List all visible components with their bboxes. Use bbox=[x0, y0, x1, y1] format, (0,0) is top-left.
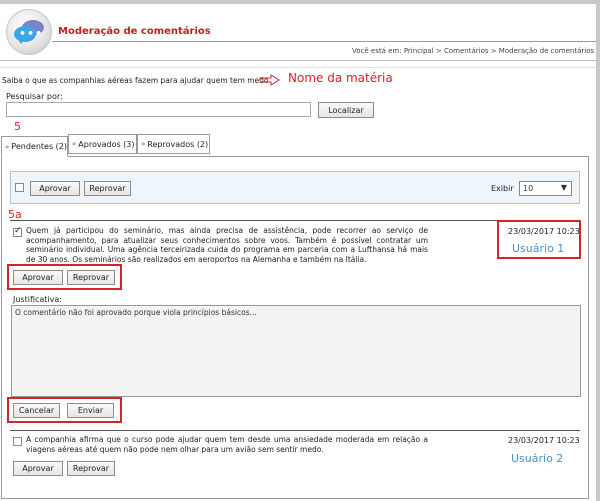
annotation-user2: Usuário 2 bbox=[511, 452, 564, 465]
reject-button[interactable]: Reprovar bbox=[67, 461, 115, 476]
annotation-highlight-box bbox=[497, 220, 581, 259]
ellipsis-icon: ••• bbox=[19, 27, 44, 40]
right-border bbox=[596, 0, 600, 501]
tab-pending[interactable]: » Pendentes (2) bbox=[1, 136, 68, 157]
tab-pending-label: Pendentes (2) bbox=[11, 142, 67, 151]
header-separator bbox=[0, 60, 596, 61]
comment-separator bbox=[10, 220, 580, 221]
top-border bbox=[0, 0, 600, 4]
select-all-checkbox[interactable] bbox=[15, 183, 24, 192]
page-size-value: 10 bbox=[523, 184, 534, 193]
comment-separator bbox=[10, 430, 580, 431]
content-separator bbox=[0, 67, 596, 68]
find-button[interactable]: Localizar bbox=[318, 102, 374, 118]
comment-checkbox[interactable] bbox=[13, 226, 22, 237]
bulk-approve-button[interactable]: Aprovar bbox=[30, 181, 80, 196]
search-label: Pesquisar por: bbox=[6, 92, 63, 101]
comment-date: 23/03/2017 10:23 bbox=[508, 436, 580, 445]
justification-textarea[interactable]: O comentário não foi aprovado porque vio… bbox=[11, 305, 581, 397]
send-button[interactable]: Enviar bbox=[67, 403, 114, 418]
comment-checkbox[interactable] bbox=[13, 437, 22, 446]
comment-text: Quem já participou do seminário, mas ain… bbox=[26, 226, 428, 264]
tab-rejected-label: Reprovados (2) bbox=[147, 139, 209, 149]
comment-text: A companhia afirma que o curso pode ajud… bbox=[26, 435, 428, 454]
chevron-down-icon: » bbox=[72, 140, 77, 148]
chevron-down-icon: » bbox=[141, 140, 146, 148]
cancel-button[interactable]: Cancelar bbox=[13, 403, 60, 418]
search-input[interactable] bbox=[6, 102, 311, 117]
arrow-right-icon bbox=[259, 74, 280, 86]
caret-down-icon: ▼ bbox=[560, 183, 567, 192]
breadcrumb[interactable]: Você está em: Principal > Comentários > … bbox=[352, 47, 594, 55]
chevron-down-icon: » bbox=[5, 142, 10, 151]
header-divider bbox=[52, 41, 596, 42]
approve-button[interactable]: Aprovar bbox=[13, 461, 63, 476]
justification-label: Justificativa: bbox=[13, 295, 62, 304]
tab-approved[interactable]: » Aprovados (3) bbox=[68, 134, 137, 154]
page-title: Moderação de comentários bbox=[58, 26, 211, 37]
annotation-article-name: Nome da matéria bbox=[288, 71, 393, 85]
bulk-reject-button[interactable]: Reprovar bbox=[84, 181, 131, 196]
tab-rejected[interactable]: » Reprovados (2) bbox=[137, 134, 210, 154]
reject-button[interactable]: Reprovar bbox=[67, 270, 115, 285]
article-title: Saiba o que as companhias aéreas fazem p… bbox=[2, 76, 269, 85]
approve-button[interactable]: Aprovar bbox=[13, 270, 63, 285]
tab-approved-label: Aprovados (3) bbox=[78, 139, 135, 149]
annotation-tabs-marker: 5 bbox=[14, 120, 21, 133]
page-size-select[interactable]: 10 ▼ bbox=[519, 181, 572, 196]
page-size-label: Exibir bbox=[491, 184, 514, 193]
